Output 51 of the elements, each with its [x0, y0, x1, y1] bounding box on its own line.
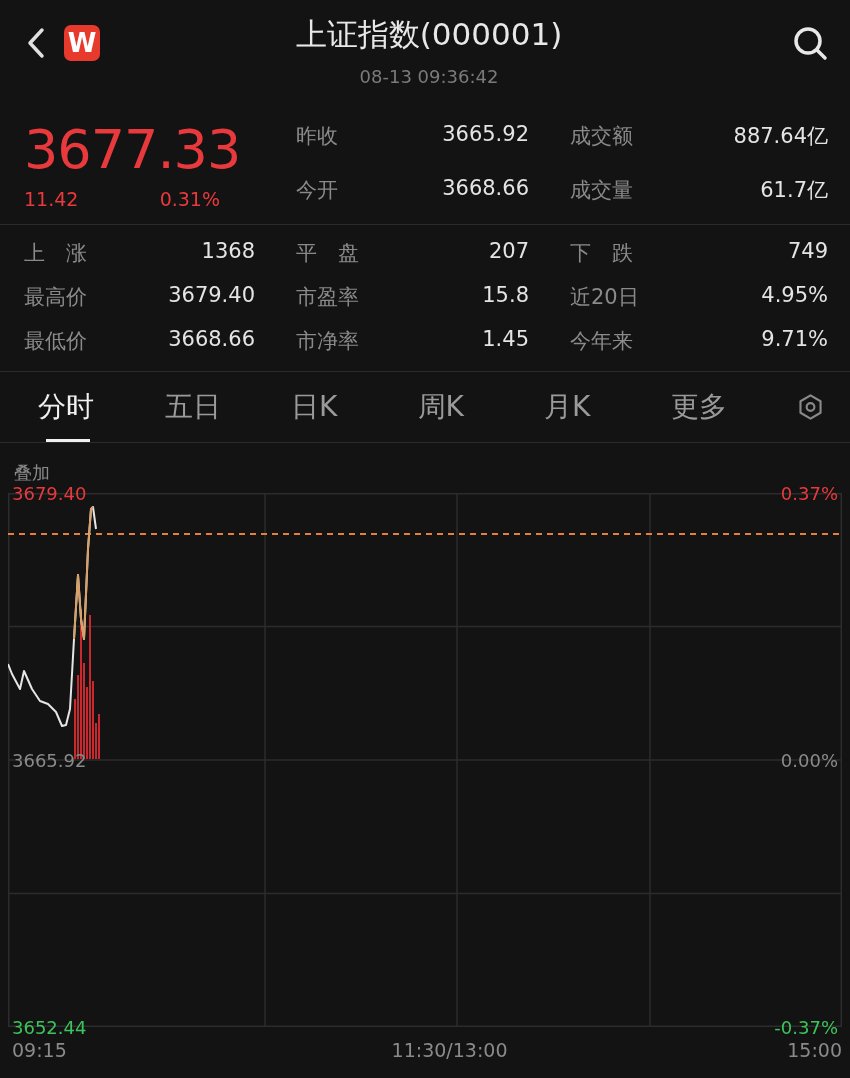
stat-label: 成交额 — [570, 123, 633, 150]
overlay-button[interactable]: 叠加 — [14, 461, 50, 485]
price-change: 11.42 — [24, 188, 79, 210]
stat-value: 1368 — [201, 239, 255, 265]
axis-label: 3652.44 — [12, 1016, 87, 1038]
stat-value: 749 — [787, 239, 828, 265]
chart-tab[interactable]: 月K — [544, 372, 671, 442]
chart-tab[interactable]: 分时 — [38, 372, 165, 442]
axis-label: 3679.40 — [12, 482, 87, 504]
percent-label: -0.37% — [774, 1016, 838, 1038]
stock-title: 上证指数(000001) — [295, 14, 563, 54]
stat-value: 4.95% — [761, 283, 828, 309]
stat-label: 下 跌 — [570, 240, 633, 267]
time-label: 15:00 — [787, 1039, 842, 1061]
stat-value: 3665.92 — [442, 122, 529, 148]
stat-value: 207 — [488, 239, 529, 265]
axis-label: 3665.92 — [12, 749, 87, 771]
stat-label: 成交量 — [570, 177, 633, 204]
stat-label: 市净率 — [296, 328, 359, 355]
stat-value: 61.7亿 — [760, 177, 828, 204]
settings-icon[interactable] — [797, 393, 825, 421]
stat-label: 上 涨 — [24, 240, 87, 267]
stat-label: 最低价 — [24, 328, 87, 355]
stat-value: 3668.66 — [442, 176, 529, 202]
stat-label: 今开 — [296, 177, 338, 204]
stat-label: 最高价 — [24, 284, 87, 311]
time-label: 11:30/13:00 — [391, 1039, 508, 1061]
update-time: 08-13 09:36:42 — [359, 65, 499, 87]
chart-tab[interactable]: 日K — [291, 372, 418, 442]
stat-value: 9.71% — [761, 327, 828, 353]
stat-label: 近20日 — [570, 284, 639, 311]
stat-value: 15.8 — [482, 283, 529, 309]
change-percent: 0.31% — [159, 188, 220, 210]
stat-value: 3679.40 — [168, 283, 255, 309]
chart-tab[interactable]: 周K — [417, 372, 544, 442]
stat-label: 平 盘 — [296, 240, 359, 267]
stat-value: 3668.66 — [168, 327, 255, 353]
percent-label: 0.00% — [780, 749, 838, 771]
time-label: 09:15 — [12, 1039, 67, 1061]
stat-label: 昨收 — [296, 123, 338, 150]
app-logo: W — [64, 25, 100, 61]
percent-label: 0.37% — [780, 482, 838, 504]
current-price: 3677.33 — [24, 120, 242, 180]
stat-label: 今年来 — [570, 328, 633, 355]
search-icon[interactable] — [792, 25, 828, 61]
chart-tab[interactable]: 五日 — [164, 372, 291, 442]
stat-value: 887.64亿 — [733, 123, 828, 150]
stat-value: 1.45 — [482, 327, 529, 353]
back-icon[interactable] — [26, 27, 46, 59]
chart-tab[interactable]: 更多 — [670, 372, 797, 442]
stat-label: 市盈率 — [296, 284, 359, 311]
